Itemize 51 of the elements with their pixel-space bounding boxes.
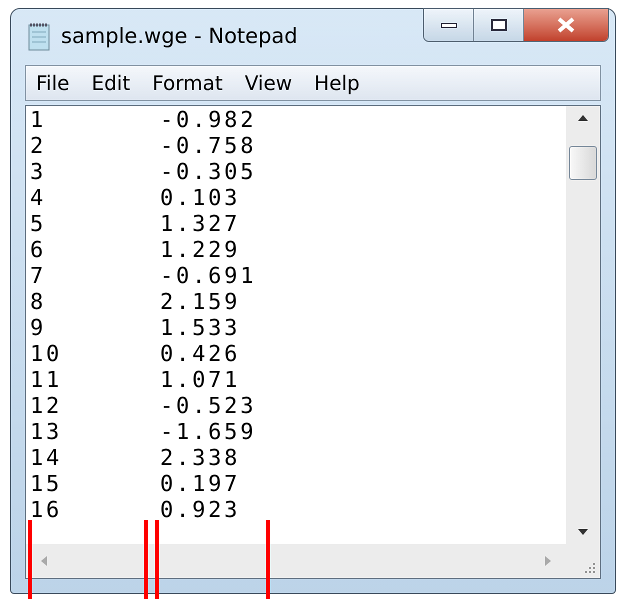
menu-item[interactable]: Format (152, 68, 223, 98)
value-text: 1.327 (160, 212, 240, 238)
value-text: 2.159 (160, 290, 240, 316)
value-text: 0.197 (160, 472, 240, 498)
line-number: 10 (30, 342, 64, 368)
minimize-button[interactable] (424, 9, 474, 41)
horizontal-scrollbar[interactable] (26, 544, 566, 578)
line-number: 14 (30, 446, 64, 472)
maximize-button[interactable] (474, 9, 524, 41)
menu-item[interactable]: View (244, 68, 292, 98)
line-number: 13 (30, 420, 64, 446)
resize-grip-icon (582, 560, 596, 574)
value-text: -0.523 (160, 394, 256, 420)
value-text: -0.691 (160, 264, 256, 290)
value-text: 0.923 (160, 498, 240, 524)
value-text: 2.338 (160, 446, 240, 472)
scroll-right-icon (544, 555, 552, 567)
menu-item[interactable]: File (36, 68, 70, 98)
menu-item[interactable]: Help (314, 68, 360, 98)
line-number: 16 (30, 498, 64, 524)
scroll-up-icon (577, 114, 589, 122)
line-number: 11 (30, 368, 64, 394)
scroll-down-icon (577, 528, 589, 536)
line-number: 9 (30, 316, 48, 342)
value-text: -0.982 (160, 108, 256, 134)
value-text: 1.533 (160, 316, 240, 342)
line-number: 1 (30, 108, 48, 134)
window-title: sample.wge - Notepad (61, 23, 298, 50)
line-number: 2 (30, 134, 48, 160)
notepad-icon (27, 22, 51, 52)
vertical-scrollbar[interactable] (566, 106, 600, 544)
line-number: 4 (30, 186, 48, 212)
close-icon (557, 17, 575, 33)
value-text: -0.305 (160, 160, 256, 186)
line-number: 3 (30, 160, 48, 186)
line-number: 15 (30, 472, 64, 498)
value-text: -0.758 (160, 134, 256, 160)
scroll-left-icon (40, 555, 48, 567)
value-text: 0.426 (160, 342, 240, 368)
scroll-thumb[interactable] (569, 146, 597, 180)
value-text: -1.659 (160, 420, 256, 446)
value-text: 0.103 (160, 186, 240, 212)
line-number: 5 (30, 212, 48, 238)
line-number: 6 (30, 238, 48, 264)
line-number: 12 (30, 394, 64, 420)
menu-item[interactable]: Edit (91, 68, 130, 98)
line-number: 7 (30, 264, 48, 290)
value-text: 1.229 (160, 238, 240, 264)
close-button[interactable] (524, 9, 608, 41)
line-number: 8 (30, 290, 48, 316)
value-text: 1.071 (160, 368, 240, 394)
